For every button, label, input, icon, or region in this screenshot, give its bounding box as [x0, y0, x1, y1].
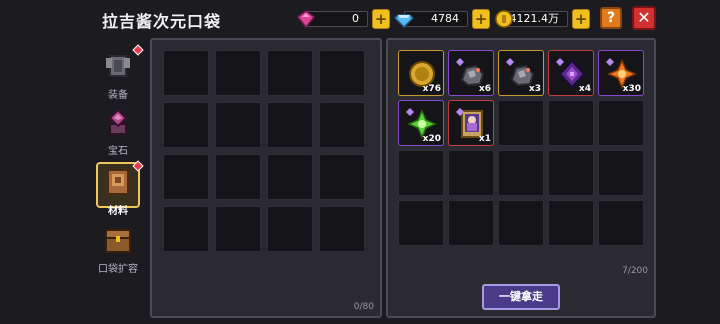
inventory-slot[interactable] [448, 200, 494, 246]
inventory-item[interactable]: x3 [498, 50, 544, 96]
inventory-slot[interactable] [267, 206, 313, 252]
item-quantity: x30 [622, 84, 641, 94]
sidebar-item-equipment[interactable]: 装备 [90, 44, 146, 101]
quality-gem-icon [406, 108, 414, 116]
diamond-icon [394, 14, 414, 29]
inventory-slot[interactable] [398, 200, 444, 246]
inventory-slot[interactable] [598, 150, 644, 196]
inventory-slot[interactable] [267, 102, 313, 148]
sidebar-item-label: 宝石 [108, 146, 128, 157]
pocket-capacity: 0/80 [353, 302, 374, 312]
gem-stand-icon [108, 108, 128, 135]
top-bar: 拉吉酱次元口袋 0 + 4784 + 4121.4万 + ? ✕ [0, 0, 720, 38]
inventory-slot[interactable] [548, 100, 594, 146]
inventory-slot[interactable] [215, 206, 261, 252]
sidebar-item-label: 口袋扩容 [98, 264, 138, 275]
pink-gem-counter: 0 + [296, 9, 390, 29]
category-sidebar: 装备 宝石 材料 口袋扩容 [90, 44, 146, 275]
page-title: 拉吉酱次元口袋 [102, 12, 222, 31]
item-quantity: x1 [478, 134, 491, 144]
quality-gem-icon [456, 108, 464, 116]
material-book-icon [107, 169, 129, 195]
item-quantity: x6 [478, 84, 491, 94]
inventory-slot[interactable] [163, 206, 209, 252]
pocket-storage-panel: 0/80 [150, 38, 382, 318]
inventory-slot[interactable] [163, 154, 209, 200]
item-quantity: x4 [578, 84, 591, 94]
diamond-add-button[interactable]: + [472, 9, 490, 29]
inventory-item[interactable]: x1 [448, 100, 494, 146]
armor-icon [106, 55, 130, 77]
inventory-slot[interactable] [319, 102, 365, 148]
pink-gem-add-button[interactable]: + [372, 9, 390, 29]
inventory-slot[interactable] [215, 102, 261, 148]
inventory-slot[interactable] [163, 50, 209, 96]
inventory-slot[interactable] [215, 154, 261, 200]
sidebar-item-materials[interactable]: 材料 [90, 160, 146, 217]
inventory-slot[interactable] [163, 102, 209, 148]
inventory-slot[interactable] [267, 50, 313, 96]
inventory-slot[interactable] [319, 50, 365, 96]
inventory-item[interactable]: x30 [598, 50, 644, 96]
item-quantity: x3 [528, 84, 541, 94]
pink-gem-icon [296, 10, 316, 29]
inventory-slot[interactable] [598, 200, 644, 246]
take-all-button[interactable]: 一键拿走 [482, 284, 560, 310]
inventory-slot[interactable] [548, 150, 594, 196]
backpack-capacity: 7/200 [622, 266, 648, 276]
inventory-slot[interactable] [319, 154, 365, 200]
inventory-slot[interactable] [498, 200, 544, 246]
item-quantity: x20 [422, 134, 441, 144]
gold-coin-counter: 4121.4万 + [494, 9, 590, 29]
diamond-counter: 4784 + [394, 9, 490, 29]
equipment-badge [132, 44, 144, 56]
backpack-panel: x76 x6 x3 x4 x30 x20 x1 7/200 [386, 38, 656, 318]
quality-gem-icon [606, 58, 614, 66]
help-button[interactable]: ? [600, 7, 622, 29]
sidebar-item-label: 装备 [108, 90, 128, 101]
chest-icon [105, 229, 131, 253]
inventory-slot[interactable] [398, 150, 444, 196]
sidebar-item-label: 材料 [108, 206, 128, 217]
inventory-item[interactable]: x76 [398, 50, 444, 96]
inventory-slot[interactable] [448, 150, 494, 196]
gold-coin-add-button[interactable]: + [572, 9, 590, 29]
inventory-slot[interactable] [215, 50, 261, 96]
gold-coin-icon [495, 10, 513, 28]
inventory-slot[interactable] [548, 200, 594, 246]
sidebar-item-gems[interactable]: 宝石 [90, 104, 146, 157]
inventory-item[interactable]: x20 [398, 100, 444, 146]
inventory-slot[interactable] [498, 150, 544, 196]
quality-gem-icon [456, 58, 464, 66]
inventory-item[interactable]: x4 [548, 50, 594, 96]
quality-gem-icon [506, 58, 514, 66]
item-quantity: x76 [422, 84, 441, 94]
quality-gem-icon [556, 58, 564, 66]
inventory-slot[interactable] [598, 100, 644, 146]
inventory-item[interactable]: x6 [448, 50, 494, 96]
sidebar-item-expand-pocket[interactable]: 口袋扩容 [90, 222, 146, 275]
close-button[interactable]: ✕ [632, 6, 656, 30]
inventory-slot[interactable] [267, 154, 313, 200]
inventory-slot[interactable] [498, 100, 544, 146]
inventory-slot[interactable] [319, 206, 365, 252]
